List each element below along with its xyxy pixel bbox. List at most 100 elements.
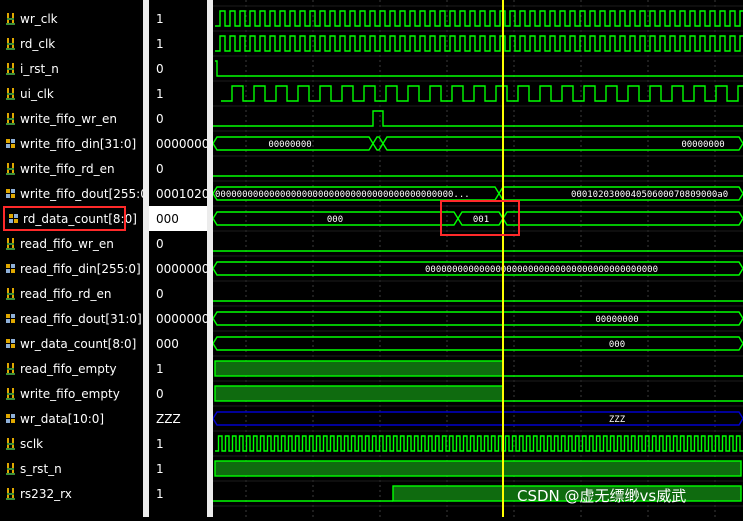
signal-value-row[interactable]: 00000000 xyxy=(149,131,207,156)
signal-value: 1 xyxy=(156,461,164,476)
signal-value-row[interactable]: 1 xyxy=(149,356,207,381)
signal-value-row[interactable]: 0 xyxy=(149,281,207,306)
signal-name: sclk xyxy=(20,436,44,451)
signal-name-row[interactable]: write_fifo_dout[255:0] xyxy=(0,181,153,206)
signal-value-row[interactable]: ZZZ xyxy=(149,406,207,431)
signal-value: 1 xyxy=(156,36,164,51)
signal-name: read_fifo_dout[31:0] xyxy=(20,311,142,326)
signal-value: 00000000 xyxy=(156,311,207,326)
bit-signal-icon xyxy=(6,462,15,475)
bus-value-label: 001 xyxy=(473,215,489,225)
signal-name: wr_data[10:0] xyxy=(20,411,105,426)
signal-value: 1 xyxy=(156,436,164,451)
signal-name-row[interactable]: i_rst_n xyxy=(0,56,143,81)
bus-value-label: 000 xyxy=(609,340,625,350)
signal-value-row[interactable]: 00010203 xyxy=(149,181,207,206)
bit-signal-icon xyxy=(6,237,15,250)
bit-signal-icon xyxy=(6,37,15,50)
signal-value-row[interactable]: 0 xyxy=(149,156,207,181)
signal-name-row[interactable]: write_fifo_wr_en xyxy=(0,106,143,131)
bit-signal-icon xyxy=(6,62,15,75)
bus-value-label: 000 xyxy=(327,215,343,225)
bus-signal-icon xyxy=(6,313,15,323)
signal-name: read_fifo_wr_en xyxy=(20,236,114,251)
signal-name-row[interactable]: wr_data_count[8:0] xyxy=(0,331,143,356)
signal-value-row[interactable]: 0 xyxy=(149,56,207,81)
signal-value-row[interactable]: 1 xyxy=(149,31,207,56)
signal-value-row[interactable]: 0 xyxy=(149,231,207,256)
signal-name-row[interactable]: sclk xyxy=(0,431,143,456)
bus-value-label: 0000000000000000000000000000000000000000… xyxy=(425,265,658,275)
bus-signal-icon xyxy=(6,263,15,273)
clock-waveform xyxy=(215,435,743,452)
waveform-panel[interactable]: 00000000 00000000 000000000000000000000000… xyxy=(212,0,743,517)
signal-name-row[interactable]: rd_data_count[8:0] xyxy=(3,206,137,231)
bit-signal-icon xyxy=(6,437,15,450)
signal-value-row[interactable]: 00000000 xyxy=(149,256,207,281)
clock-waveform xyxy=(215,35,743,52)
signal-name-row[interactable]: wr_data[10:0] xyxy=(0,406,143,431)
bus-value-label: 0000000000000000000000000000000000000000… xyxy=(215,190,470,200)
signal-name-row[interactable]: write_fifo_empty xyxy=(0,381,143,406)
signal-value: 0 xyxy=(156,111,164,126)
signal-name: write_fifo_dout[255:0] xyxy=(20,186,153,201)
signal-value: 1 xyxy=(156,486,164,501)
signal-value-row[interactable]: 000 xyxy=(149,331,207,356)
bus-waveform xyxy=(372,136,384,151)
signal-value: 0 xyxy=(156,61,164,76)
bit-signal-icon xyxy=(6,87,15,100)
bus-signal-icon xyxy=(6,338,15,348)
signal-name: ui_clk xyxy=(20,86,54,101)
signal-name-row[interactable]: rs232_rx xyxy=(0,481,143,506)
signal-values-panel: 1101000000000000010203000000000000000000… xyxy=(149,0,207,517)
waveform-canvas[interactable]: 00000000 00000000000000000000000000000000… xyxy=(212,0,743,517)
signal-name-row[interactable]: wr_clk xyxy=(0,6,143,31)
signal-name: write_fifo_din[31:0] xyxy=(20,136,137,151)
signal-value: 00000000 xyxy=(156,261,207,276)
signal-value-row[interactable]: 1 xyxy=(149,81,207,106)
signal-value: 000 xyxy=(156,211,179,226)
bus-signal-icon xyxy=(6,188,15,198)
signal-value-row[interactable]: 1 xyxy=(149,481,207,506)
signal-name: rs232_rx xyxy=(20,486,72,501)
signal-name-row[interactable]: read_fifo_dout[31:0] xyxy=(0,306,143,331)
signal-value-row[interactable]: 1 xyxy=(149,431,207,456)
bit-signal-icon xyxy=(6,362,15,375)
bus-waveform xyxy=(212,336,743,351)
signal-value: 1 xyxy=(156,86,164,101)
signal-value-row[interactable]: 0 xyxy=(149,381,207,406)
signal-name: s_rst_n xyxy=(20,461,62,476)
bit-signal-icon xyxy=(6,112,15,125)
signal-value-row[interactable]: 000 xyxy=(149,206,207,231)
enable-waveform xyxy=(213,110,743,127)
signal-name-row[interactable]: read_fifo_rd_en xyxy=(0,281,143,306)
signal-name-row[interactable]: rd_clk xyxy=(0,31,143,56)
signal-name-row[interactable]: write_fifo_din[31:0] xyxy=(0,131,143,156)
bus-signal-icon xyxy=(9,213,18,223)
signal-value: 0 xyxy=(156,236,164,251)
signal-name: read_fifo_din[255:0] xyxy=(20,261,141,276)
signal-value-row[interactable]: 1 xyxy=(149,456,207,481)
bus-waveform xyxy=(502,211,743,226)
signal-value: ZZZ xyxy=(156,411,181,426)
signal-value-row[interactable]: 0 xyxy=(149,106,207,131)
signal-name-row[interactable]: write_fifo_rd_en xyxy=(0,156,143,181)
bit-signal-icon xyxy=(6,162,15,175)
bus-value-label: 00000000 xyxy=(268,140,311,150)
signal-name-row[interactable]: read_fifo_din[255:0] xyxy=(0,256,143,281)
bus-signal-icon xyxy=(6,413,15,423)
signal-value: 0 xyxy=(156,161,164,176)
signal-name-row[interactable]: read_fifo_empty xyxy=(0,356,143,381)
bit-signal-icon xyxy=(6,487,15,500)
signal-name-row[interactable]: s_rst_n xyxy=(0,456,143,481)
signal-name: wr_data_count[8:0] xyxy=(20,336,137,351)
bus-signal-icon xyxy=(6,138,15,148)
signal-names-panel: wr_clk rd_clk i_rst_n ui_clk write_fifo_wr_e… xyxy=(0,0,153,517)
signal-value: 000 xyxy=(156,336,179,351)
signal-value-row[interactable]: 1 xyxy=(149,6,207,31)
signal-name-row[interactable]: read_fifo_wr_en xyxy=(0,231,143,256)
signal-value-row[interactable]: 00000000 xyxy=(149,306,207,331)
watermark: CSDN @虚无缥缈vs威武 xyxy=(517,487,686,505)
signal-name-row[interactable]: ui_clk xyxy=(0,81,143,106)
signal-name: rd_data_count[8:0] xyxy=(23,211,137,226)
